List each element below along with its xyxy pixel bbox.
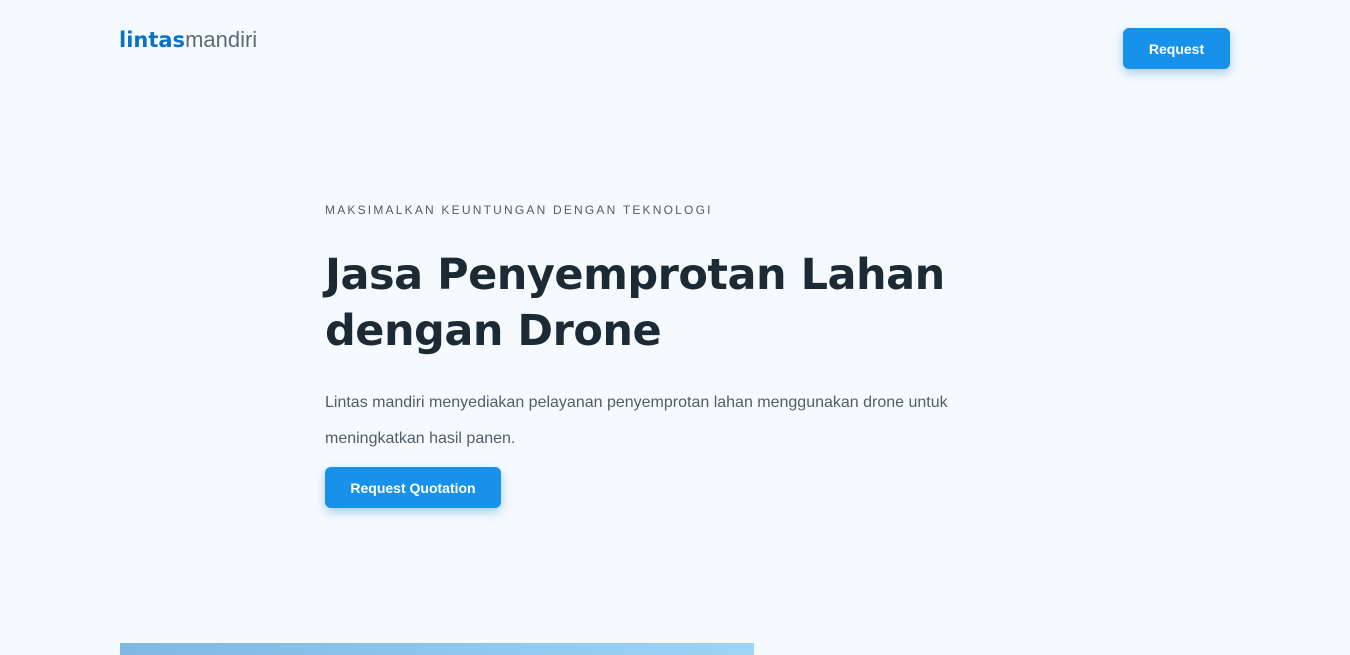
request-quotation-button[interactable]: Request Quotation [325, 467, 501, 508]
request-button[interactable]: Request [1123, 28, 1230, 69]
hero-eyebrow: MAKSIMALKAN KEUNTUNGAN DENGAN TEKNOLOGI [325, 203, 713, 217]
hero-section: MAKSIMALKAN KEUNTUNGAN DENGAN TEKNOLOGI … [325, 200, 1025, 457]
landing-page: lintasmandiri Request MAKSIMALKAN KEUNTU… [0, 0, 1350, 655]
hero-description: Lintas mandiri menyediakan pelayanan pen… [325, 394, 948, 447]
brand-logo[interactable]: lintasmandiri [119, 27, 257, 53]
logo-light-text: mandiri [185, 27, 258, 52]
hero-image-preview [120, 643, 754, 655]
logo-bold-text: lintas [119, 28, 186, 52]
hero-title: Jasa Penyemprotan Lahan dengan Drone [325, 250, 945, 356]
